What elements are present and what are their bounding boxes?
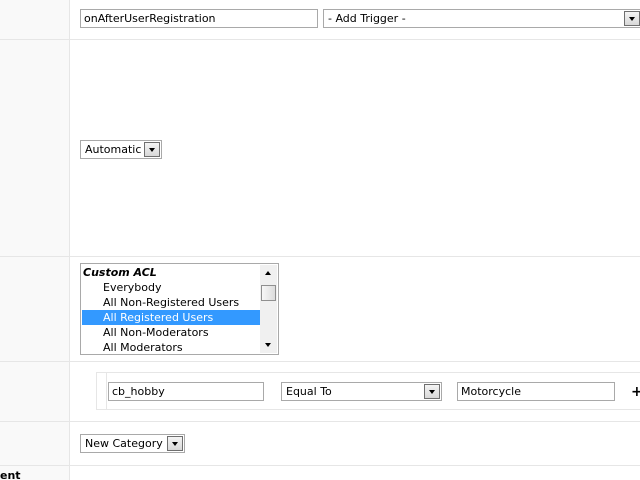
type-select-value: Automatic <box>85 143 142 156</box>
label-column <box>0 0 70 480</box>
type-select[interactable]: Automatic <box>80 140 162 159</box>
trigger-input[interactable]: onAfterUserRegistration <box>80 9 318 28</box>
row-divider <box>0 256 640 257</box>
condition-field-input[interactable]: cb_hobby <box>108 382 264 401</box>
scrollbar-thumb[interactable] <box>261 285 276 301</box>
list-item-selected[interactable]: All Registered Users <box>82 310 260 325</box>
condition-operator-value: Equal To <box>286 385 332 398</box>
dropdown-arrow-icon[interactable] <box>144 142 160 157</box>
list-item[interactable]: All Non-Registered Users <box>82 295 260 310</box>
list-item[interactable]: All Moderators <box>82 340 260 354</box>
plus-icon[interactable]: + <box>631 382 640 402</box>
listbox-scrollbar[interactable] <box>260 265 277 353</box>
category-select[interactable]: New Category <box>80 434 185 453</box>
row-divider <box>0 39 640 40</box>
scroll-down-icon[interactable] <box>260 336 277 353</box>
row-divider <box>0 361 640 362</box>
condition-value-input[interactable]: Motorcycle <box>457 382 615 401</box>
category-select-value: New Category <box>85 437 163 450</box>
condition-operator-select[interactable]: Equal To <box>281 382 442 401</box>
list-item[interactable]: All Non-Moderators <box>82 325 260 340</box>
row-label-cut-off: ent <box>0 469 21 480</box>
dropdown-arrow-icon[interactable] <box>167 436 183 451</box>
dropdown-arrow-icon[interactable] <box>424 384 440 399</box>
add-trigger-select-value: - Add Trigger - <box>328 12 406 25</box>
dropdown-arrow-icon[interactable] <box>624 11 640 26</box>
access-listbox[interactable]: Custom ACL Everybody All Non-Registered … <box>80 263 279 355</box>
list-item[interactable]: Everybody <box>82 280 260 295</box>
row-divider <box>0 421 640 422</box>
page: onAfterUserRegistration - Add Trigger - … <box>0 0 640 480</box>
row-divider <box>0 465 640 466</box>
condition-divider <box>106 373 107 409</box>
scroll-up-icon[interactable] <box>260 265 277 282</box>
add-trigger-select[interactable]: - Add Trigger - <box>323 9 640 28</box>
list-group-label: Custom ACL <box>83 266 157 279</box>
